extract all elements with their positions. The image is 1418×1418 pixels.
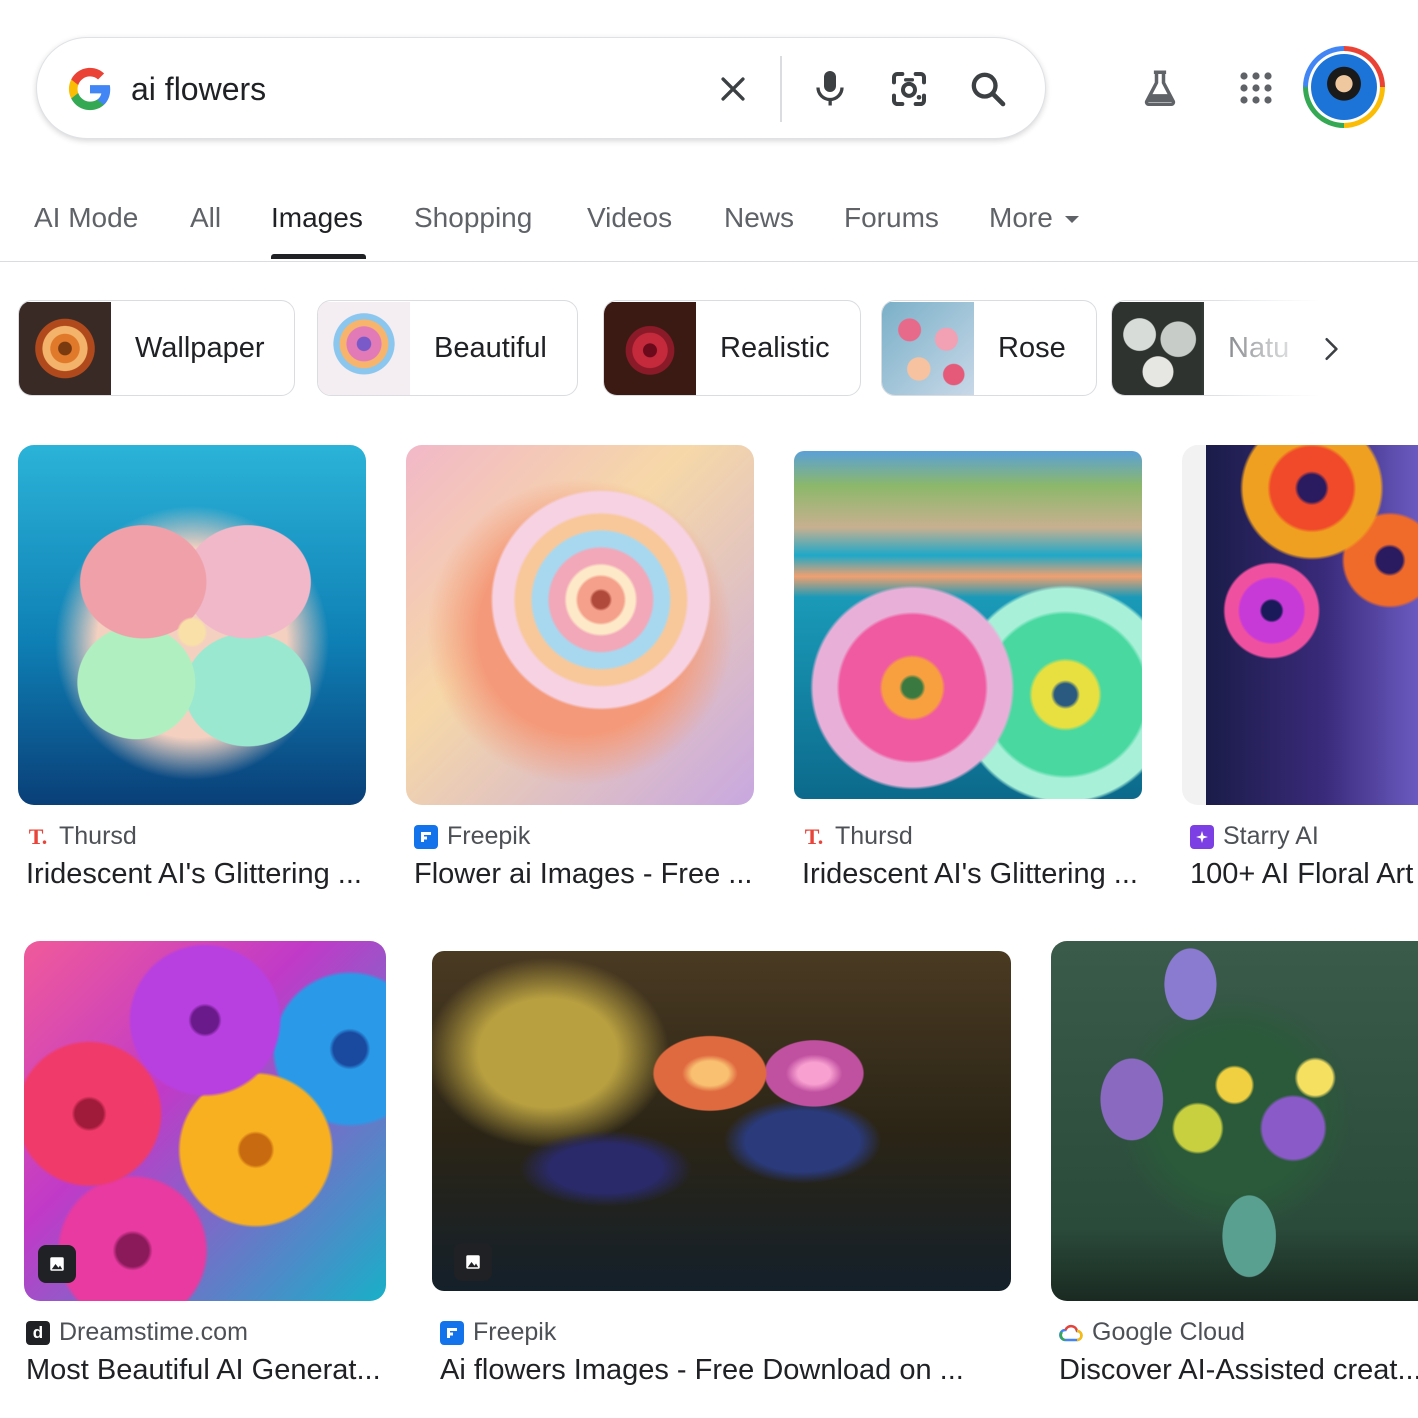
tab-shopping[interactable]: Shopping [414,198,532,238]
tab-more-label: More [989,202,1053,233]
tab-images[interactable]: Images [271,198,363,238]
result-title[interactable]: 100+ AI Floral Art [1190,858,1418,891]
result-title[interactable]: Discover AI-Assisted creat... [1059,1354,1418,1387]
result-title[interactable]: Iridescent AI's Glittering ... [26,858,366,891]
result-title[interactable]: Ai flowers Images - Free Download on ... [440,1354,1015,1387]
result-source[interactable]: Freepik [414,822,530,851]
tab-ai-mode[interactable]: AI Mode [34,198,138,238]
tab-forums[interactable]: Forums [844,198,939,238]
result-title[interactable]: Iridescent AI's Glittering ... [802,858,1142,891]
tab-videos[interactable]: Videos [587,198,672,238]
result-source[interactable]: d Dreamstime.com [26,1318,248,1347]
chip-thumbnail [19,301,111,395]
search-query-text[interactable]: ai flowers [131,66,266,112]
chip-label: Wallpaper [135,331,265,364]
labs-flask-icon[interactable] [1136,64,1184,112]
thursd-favicon-icon: T. [804,823,824,849]
microphone-icon[interactable] [804,63,856,115]
result-image[interactable] [406,445,754,805]
source-name: Freepik [473,1318,557,1346]
result-source[interactable]: T. Thursd [26,822,137,851]
result-title[interactable]: Most Beautiful AI Generat... [26,1354,386,1387]
chip-label: Rose [998,331,1066,364]
image-type-icon [38,1245,76,1283]
chip-label: Realistic [720,331,830,364]
search-icon[interactable] [962,63,1014,115]
chip-realistic[interactable]: Realistic [603,300,861,396]
chip-thumbnail [318,301,410,395]
avatar-photo [1311,54,1377,120]
result-source[interactable]: T. Thursd [802,822,913,851]
starry-ai-favicon-icon [1190,824,1214,849]
account-avatar[interactable] [1303,46,1385,128]
chip-nature[interactable]: Natu [1111,300,1418,396]
result-image[interactable] [24,941,386,1301]
result-title[interactable]: Flower ai Images - Free ... [414,858,754,891]
active-tab-indicator [271,254,366,259]
result-image[interactable] [432,951,1011,1291]
tab-more[interactable]: More [989,198,1079,238]
result-source[interactable]: Starry AI [1190,822,1319,851]
chip-beautiful[interactable]: Beautiful [317,300,578,396]
result-source[interactable]: Google Cloud [1059,1318,1245,1347]
chevron-right-icon[interactable] [1308,326,1354,372]
source-name: Google Cloud [1092,1318,1245,1346]
apps-grid-icon[interactable] [1232,64,1280,112]
tab-all[interactable]: All [190,198,221,238]
lens-icon[interactable] [883,63,935,115]
source-name: Freepik [447,822,531,850]
source-name: Dreamstime.com [59,1318,248,1346]
freepik-favicon-icon [414,824,438,849]
result-image[interactable] [18,445,366,805]
chip-rose[interactable]: Rose [881,300,1097,396]
chip-thumbnail [1112,301,1204,395]
source-name: Starry AI [1223,822,1319,850]
search-divider [780,56,782,122]
result-image[interactable] [1182,445,1418,805]
source-name: Thursd [835,822,913,850]
search-tabs: AI Mode All Images Shopping Videos News … [0,182,1418,262]
chevron-down-icon [1064,216,1079,224]
search-box[interactable]: ai flowers [36,37,1046,139]
dreamstime-favicon-icon: d [26,1320,50,1345]
result-image[interactable] [794,451,1142,799]
chip-label: Beautiful [434,331,547,364]
image-type-icon [454,1243,492,1281]
google-g-icon [68,67,111,111]
source-name: Thursd [59,822,137,850]
freepik-favicon-icon [440,1320,464,1345]
result-source[interactable]: Freepik [440,1318,556,1347]
chip-label: Natu [1228,331,1290,364]
thursd-favicon-icon: T. [28,823,48,849]
tab-news[interactable]: News [724,198,794,238]
chip-wallpaper[interactable]: Wallpaper [18,300,296,396]
google-cloud-favicon-icon [1059,1321,1083,1345]
chip-thumbnail [604,301,696,395]
clear-icon[interactable] [707,63,759,115]
chip-thumbnail [882,301,974,395]
result-image[interactable] [1051,941,1418,1301]
